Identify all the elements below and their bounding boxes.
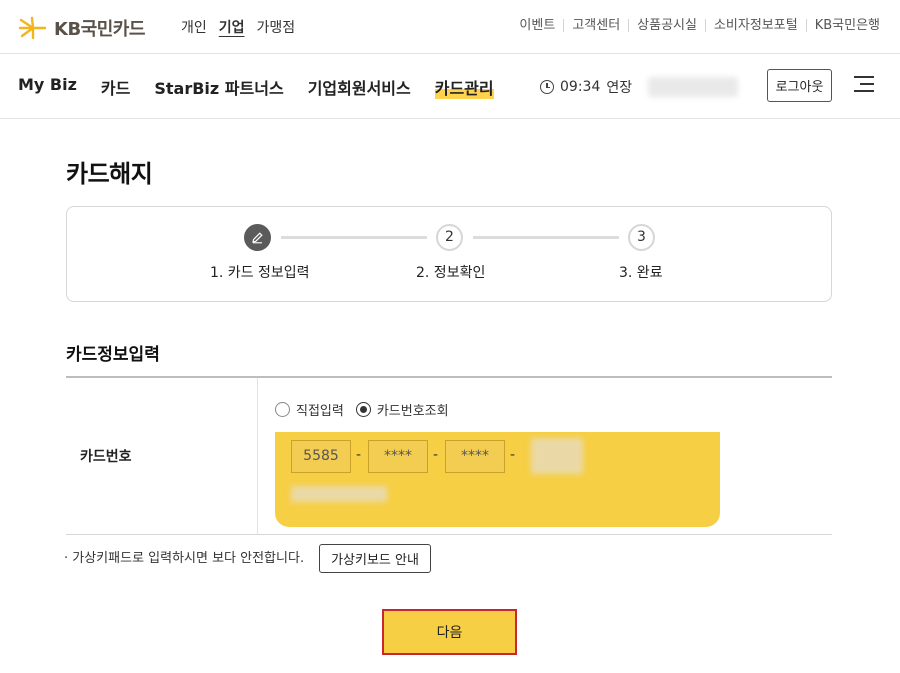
- link-consumer-portal[interactable]: 소비자정보포털: [704, 19, 806, 32]
- step-connector: [473, 236, 619, 239]
- link-product-disclosure[interactable]: 상품공시실: [628, 19, 705, 32]
- utility-links: 이벤트 고객센터 상품공시실 소비자정보포털 KB국민은행: [511, 19, 880, 32]
- session-extend-link[interactable]: 연장: [606, 77, 632, 97]
- step-1-circle: [244, 224, 271, 251]
- top-utility-bar: KB국민카드 개인 기업 가맹점 이벤트 고객센터 상품공시실 소비자정보포털 …: [0, 0, 900, 54]
- link-kb-bank[interactable]: KB국민은행: [805, 19, 880, 32]
- form-label-cell: 카드번호: [66, 378, 258, 535]
- radio-direct-input[interactable]: 직접입력: [275, 400, 344, 419]
- nav-starbiz-partners[interactable]: StarBiz 파트너스: [154, 75, 283, 99]
- card-number-segment-2[interactable]: ****: [368, 440, 428, 473]
- radio-card-lookup[interactable]: 카드번호조회: [355, 400, 449, 419]
- session-time: 09:34: [560, 79, 601, 95]
- step-2-label: 2. 정보확인: [416, 265, 486, 281]
- section-title: 카드정보입력: [66, 345, 160, 365]
- next-button[interactable]: 다음: [382, 609, 517, 655]
- logo-text: KB국민카드: [54, 19, 145, 40]
- security-notice: · 가상키패드로 입력하시면 보다 안전합니다.: [64, 551, 305, 566]
- segment-merchant[interactable]: 가맹점: [257, 17, 296, 37]
- card-separator: -: [433, 447, 439, 463]
- card-separator: -: [510, 447, 516, 463]
- step-3-label: 3. 완료: [619, 265, 663, 281]
- hamburger-menu-icon[interactable]: [854, 76, 874, 92]
- link-event[interactable]: 이벤트: [511, 19, 563, 32]
- link-customer-center[interactable]: 고객센터: [563, 19, 628, 32]
- nav-corporate-member-service[interactable]: 기업회원서비스: [308, 75, 411, 99]
- step-3-circle: 3: [628, 224, 655, 251]
- clock-icon: [540, 80, 554, 94]
- input-method-radio-group: 직접입력 카드번호조회: [275, 400, 449, 419]
- radio-card-lookup-label: 카드번호조회: [376, 404, 449, 419]
- card-number-panel: 5585 - **** - **** -: [275, 432, 720, 527]
- nav-card-management[interactable]: 카드관리: [434, 75, 494, 99]
- card-number-segment-4-redacted[interactable]: [531, 438, 583, 474]
- radio-unchecked-icon[interactable]: [275, 402, 290, 417]
- card-number-segment-1[interactable]: 5585: [291, 440, 351, 473]
- card-info-form: 카드번호 직접입력 카드번호조회 5585 - **** - **** -: [66, 376, 832, 535]
- card-number-segment-3[interactable]: ****: [445, 440, 505, 473]
- segment-business[interactable]: 기업: [219, 17, 245, 37]
- virtual-keyboard-guide-button[interactable]: 가상키보드 안내: [319, 544, 431, 573]
- step-2-circle: 2: [436, 224, 463, 251]
- nav-my-biz[interactable]: My Biz: [18, 75, 77, 99]
- radio-direct-input-label: 직접입력: [296, 404, 344, 419]
- segment-nav: 개인 기업 가맹점: [181, 17, 295, 37]
- session-timer: 09:34 연장: [540, 77, 632, 97]
- radio-checked-icon[interactable]: [355, 402, 371, 417]
- card-info-redacted: [291, 486, 387, 502]
- logout-button[interactable]: 로그아웃: [767, 69, 832, 102]
- main-nav: My Biz 카드 StarBiz 파트너스 기업회원서비스 카드관리 09:3…: [0, 54, 900, 119]
- kb-star-icon: [18, 16, 47, 40]
- step-1-label: 1. 카드 정보입력: [210, 265, 310, 281]
- page-title: 카드해지: [66, 160, 153, 188]
- step-connector: [281, 236, 427, 239]
- gnb-menu: My Biz 카드 StarBiz 파트너스 기업회원서비스 카드관리: [18, 75, 494, 99]
- progress-stepper: 2 3 1. 카드 정보입력 2. 정보확인 3. 완료: [66, 206, 832, 302]
- card-number-label: 카드번호: [80, 449, 132, 465]
- nav-card[interactable]: 카드: [101, 75, 130, 99]
- segment-personal[interactable]: 개인: [181, 17, 207, 37]
- card-separator: -: [356, 447, 362, 463]
- next-button-label: 다음: [387, 614, 512, 650]
- kb-logo[interactable]: KB국민카드: [18, 15, 145, 41]
- user-name-redacted: [648, 77, 738, 97]
- pencil-icon: [252, 232, 263, 244]
